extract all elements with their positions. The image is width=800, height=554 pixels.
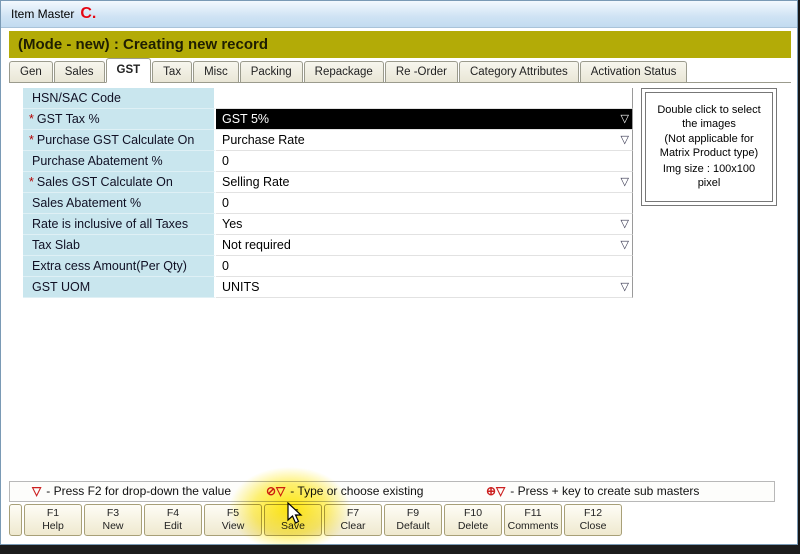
function-button-bar: F1Help F3New F4Edit F5View F6Save F7Clea…	[9, 504, 622, 537]
label-gst-tax: *GST Tax %	[23, 109, 216, 130]
tab-bar: Gen Sales GST Tax Misc Packing Repackage…	[9, 59, 791, 83]
form-row-tax-slab: Tax Slab Not required▽	[23, 235, 633, 256]
label-sales-abatement: Sales Abatement %	[23, 193, 216, 214]
field-gst-tax[interactable]: GST 5%▽	[216, 109, 633, 130]
f10-delete-button[interactable]: F10Delete	[444, 504, 502, 536]
field-sales-abatement[interactable]: 0	[216, 193, 633, 214]
form-row-extra-cess: Extra cess Amount(Per Qty) 0	[23, 256, 633, 277]
mode-header: (Mode - new) : Creating new record	[9, 31, 791, 58]
label-rate-inclusive: Rate is inclusive of all Taxes	[23, 214, 216, 235]
field-sales-gst-calculate-on[interactable]: Selling Rate▽	[216, 172, 633, 193]
form-row-sales-abatement: Sales Abatement % 0	[23, 193, 633, 214]
field-tax-slab[interactable]: Not required▽	[216, 235, 633, 256]
field-purchase-abatement[interactable]: 0	[216, 151, 633, 172]
field-rate-inclusive[interactable]: Yes▽	[216, 214, 633, 235]
tab-misc[interactable]: Misc	[193, 61, 239, 82]
f6-save-button[interactable]: F6Save	[264, 504, 322, 536]
f5-view-button[interactable]: F5View	[204, 504, 262, 536]
field-hsn-sac-code[interactable]	[216, 88, 633, 109]
label-purchase-abatement: Purchase Abatement %	[23, 151, 216, 172]
label-tax-slab: Tax Slab	[23, 235, 216, 256]
dropdown-arrow-icon[interactable]: ▽	[621, 235, 629, 255]
plus-circle-triangle-icon: ⊕▽	[486, 484, 505, 498]
f12-close-button[interactable]: F12Close	[564, 504, 622, 536]
dropdown-arrow-icon[interactable]: ▽	[621, 109, 629, 129]
form-row-rate-inclusive: Rate is inclusive of all Taxes Yes▽	[23, 214, 633, 235]
f9-default-button[interactable]: F9Default	[384, 504, 442, 536]
label-extra-cess: Extra cess Amount(Per Qty)	[23, 256, 216, 277]
f7-clear-button[interactable]: F7Clear	[324, 504, 382, 536]
label-hsn-sac-code: HSN/SAC Code	[23, 88, 216, 109]
gst-form: HSN/SAC Code *GST Tax % GST 5%▽ *Purchas…	[23, 88, 633, 298]
tab-gen[interactable]: Gen	[9, 61, 53, 82]
no-entry-triangle-icon: ⊘▽	[266, 484, 285, 498]
field-purchase-gst-calculate-on[interactable]: Purchase Rate▽	[216, 130, 633, 151]
form-row-gst-uom: GST UOM UNITS▽	[23, 277, 633, 298]
dropdown-arrow-icon[interactable]: ▽	[621, 277, 629, 297]
tab-category-attributes[interactable]: Category Attributes	[459, 61, 579, 82]
screen: Item Master C. (Mode - new) : Creating n…	[0, 0, 800, 554]
window-title: Item Master	[11, 7, 74, 21]
tab-reorder[interactable]: Re -Order	[385, 61, 458, 82]
f11-comments-button[interactable]: F11Comments	[504, 504, 562, 536]
legend-item-create-sub-masters: ⊕▽- Press + key to create sub masters	[486, 482, 699, 501]
form-row-hsn-sac-code: HSN/SAC Code	[23, 88, 633, 109]
field-extra-cess[interactable]: 0	[216, 256, 633, 277]
legend-item-dropdown: ▽- Press F2 for drop-down the value	[32, 482, 231, 501]
form-row-sales-gst-calculate-on: *Sales GST Calculate On Selling Rate▽	[23, 172, 633, 193]
legend-item-type-or-choose: ⊘▽- Type or choose existing	[266, 482, 423, 501]
f1-help-button[interactable]: F1Help	[24, 504, 82, 536]
tab-repackage[interactable]: Repackage	[304, 61, 384, 82]
image-select-panel-text: Double click to select the images (Not a…	[645, 92, 773, 202]
tab-packing[interactable]: Packing	[240, 61, 303, 82]
legend-bar: ▽- Press F2 for drop-down the value ⊘▽- …	[9, 481, 775, 502]
label-sales-gst-calculate-on: *Sales GST Calculate On	[23, 172, 216, 193]
tab-sales[interactable]: Sales	[54, 61, 105, 82]
form-row-purchase-abatement: Purchase Abatement % 0	[23, 151, 633, 172]
f4-edit-button[interactable]: F4Edit	[144, 504, 202, 536]
window-titlebar: Item Master C.	[1, 1, 797, 28]
f3-new-button[interactable]: F3New	[84, 504, 142, 536]
field-gst-uom[interactable]: UNITS▽	[216, 277, 633, 298]
tab-gst[interactable]: GST	[106, 58, 152, 83]
tab-activation-status[interactable]: Activation Status	[580, 61, 688, 82]
form-row-gst-tax: *GST Tax % GST 5%▽	[23, 109, 633, 130]
button-spacer	[9, 504, 22, 536]
dropdown-arrow-icon[interactable]: ▽	[621, 172, 629, 192]
dropdown-arrow-icon[interactable]: ▽	[621, 214, 629, 234]
dropdown-arrow-icon[interactable]: ▽	[621, 130, 629, 150]
desktop-edge	[0, 545, 800, 554]
image-select-panel[interactable]: Double click to select the images (Not a…	[641, 88, 777, 206]
item-master-window: Item Master C. (Mode - new) : Creating n…	[0, 0, 798, 545]
label-gst-uom: GST UOM	[23, 277, 216, 298]
dropdown-triangle-icon: ▽	[32, 484, 41, 498]
label-purchase-gst-calculate-on: *Purchase GST Calculate On	[23, 130, 216, 151]
app-logo: C.	[80, 5, 96, 23]
tab-tax[interactable]: Tax	[152, 61, 192, 82]
form-row-purchase-gst-calculate-on: *Purchase GST Calculate On Purchase Rate…	[23, 130, 633, 151]
